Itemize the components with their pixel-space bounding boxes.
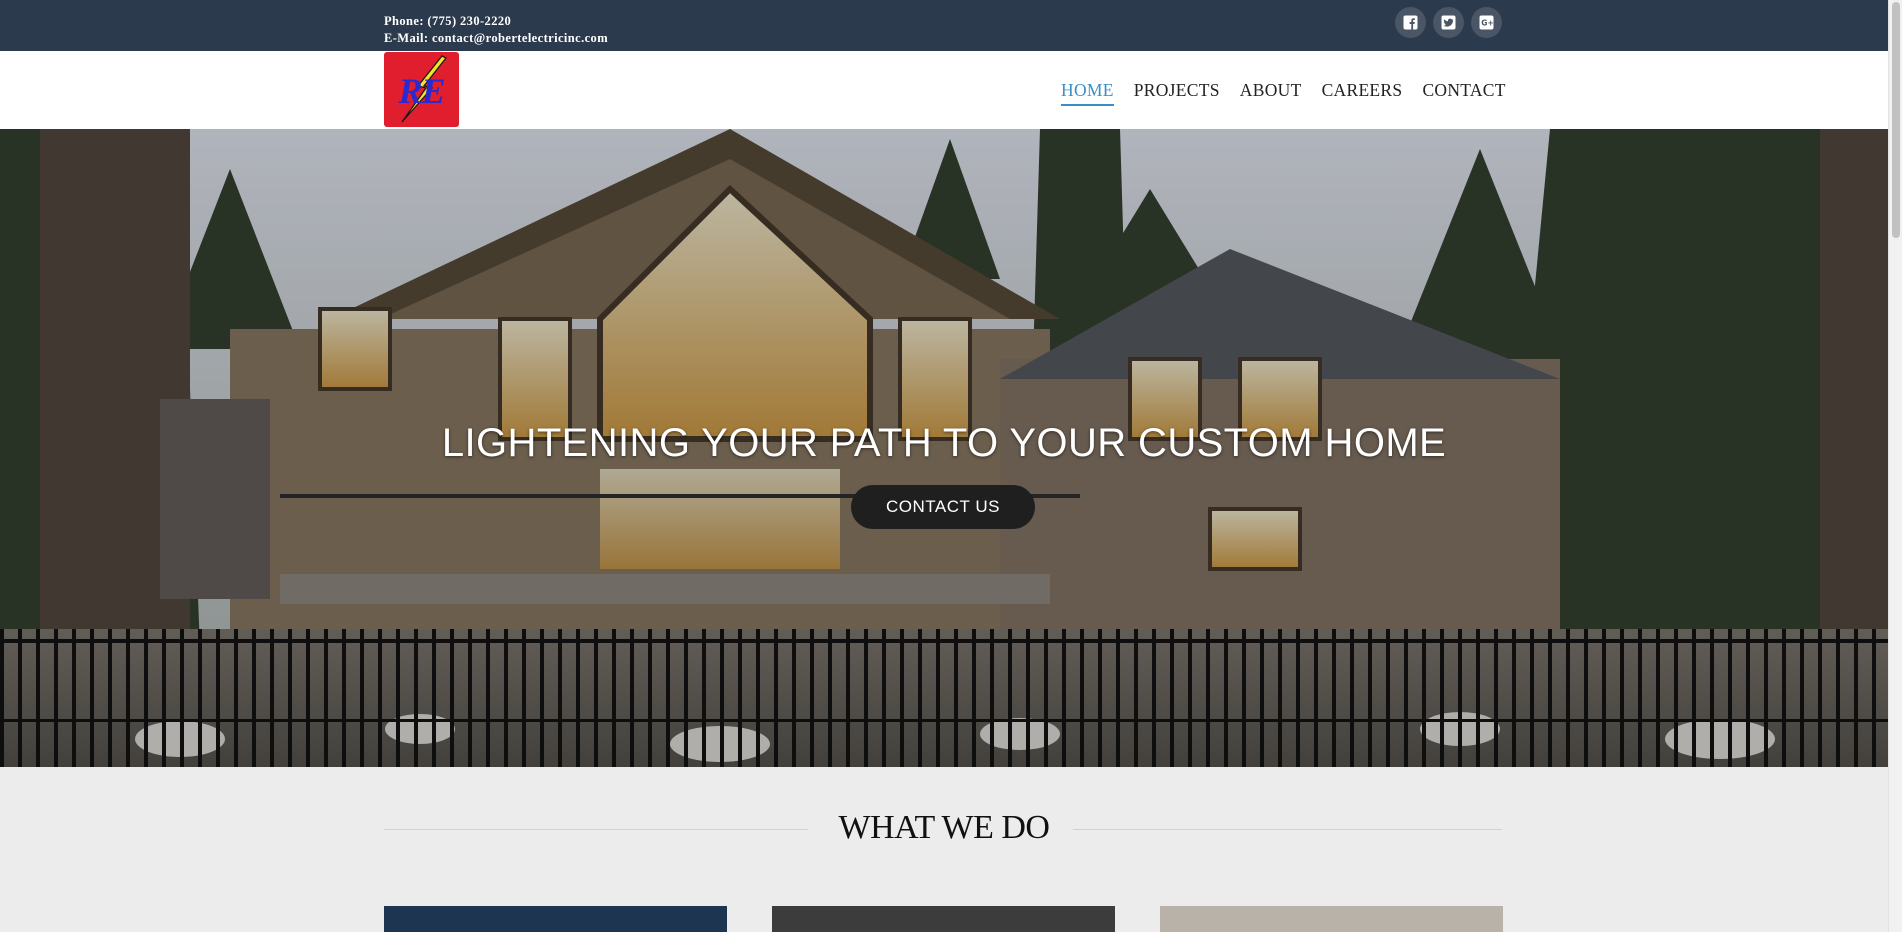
scrollbar-thumb[interactable] <box>1892 2 1900 238</box>
contact-us-button[interactable]: CONTACT US <box>851 485 1035 529</box>
page: Phone: (775) 230-2220 E-Mail: contact@ro… <box>0 0 1888 932</box>
nav-item-about[interactable]: ABOUT <box>1240 80 1302 106</box>
nav-item-contact[interactable]: CONTACT <box>1422 80 1505 106</box>
email-text: E-Mail: contact@robertelectricinc.com <box>384 31 609 45</box>
service-card-image-2[interactable] <box>772 906 1115 932</box>
logo-text: RE <box>398 71 445 111</box>
top-bar: Phone: (775) 230-2220 E-Mail: contact@ro… <box>0 0 1888 51</box>
service-card-image-1[interactable] <box>384 906 727 932</box>
page-scrollbar[interactable] <box>1888 0 1902 932</box>
nav-item-home[interactable]: HOME <box>1061 80 1114 106</box>
nav-item-projects[interactable]: PROJECTS <box>1134 80 1220 106</box>
social-links: G+ <box>1395 7 1502 38</box>
google-plus-icon: G+ <box>1479 15 1494 30</box>
hero-headline: LIGHTENING YOUR PATH TO YOUR CUSTOM HOME <box>441 421 1447 465</box>
phone-text: Phone: (775) 230-2220 <box>384 14 512 28</box>
company-logo[interactable]: RE <box>384 52 459 127</box>
hero-banner: LIGHTENING YOUR PATH TO YOUR CUSTOM HOME… <box>0 129 1888 767</box>
section-title: WHAT WE DO <box>838 809 1050 846</box>
main-navbar: RE HOME PROJECTS ABOUT CAREERS CONTACT <box>0 51 1888 129</box>
twitter-link[interactable] <box>1433 7 1464 38</box>
facebook-icon <box>1403 15 1418 30</box>
what-we-do-section: WHAT WE DO <box>0 767 1888 932</box>
svg-text:G+: G+ <box>1481 19 1493 28</box>
google-plus-link[interactable]: G+ <box>1471 7 1502 38</box>
twitter-icon <box>1441 15 1456 30</box>
main-menu: HOME PROJECTS ABOUT CAREERS CONTACT <box>1061 80 1506 106</box>
facebook-link[interactable] <box>1395 7 1426 38</box>
service-card-image-3[interactable] <box>1160 906 1503 932</box>
nav-item-careers[interactable]: CAREERS <box>1322 80 1403 106</box>
contact-info: Phone: (775) 230-2220 E-Mail: contact@ro… <box>384 13 608 47</box>
